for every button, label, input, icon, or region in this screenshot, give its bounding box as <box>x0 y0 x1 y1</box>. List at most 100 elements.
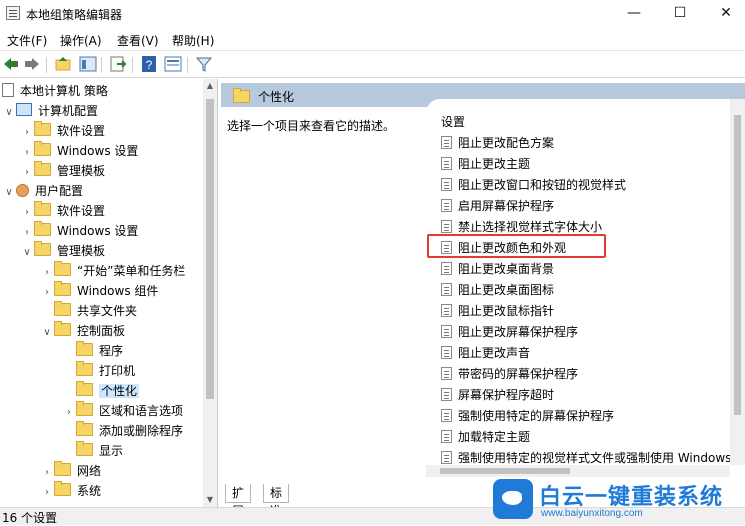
setting-row[interactable]: 带密码的屏幕保护程序 <box>441 364 578 384</box>
help-icon[interactable]: ? <box>140 55 158 73</box>
tree-windows-settings[interactable]: › Windows 设置 <box>20 141 138 161</box>
tree-control-panel[interactable]: ∨ 控制面板 <box>40 321 125 341</box>
tree-computer-config[interactable]: ∨ 计算机配置 <box>2 101 98 121</box>
tree-admin-templates[interactable]: ∨ 管理模板 <box>20 241 105 261</box>
chevron-right-icon[interactable]: › <box>40 463 54 483</box>
tab-standard[interactable]: 标准 <box>263 484 290 518</box>
toolbar-separator <box>101 57 102 73</box>
toolbar-separator <box>46 57 47 73</box>
chevron-right-icon[interactable]: › <box>20 163 34 183</box>
chevron-right-icon[interactable]: › <box>40 483 54 503</box>
tree-display[interactable]: 显示 <box>62 441 123 461</box>
setting-row[interactable]: 阻止更改声音 <box>441 343 530 363</box>
chevron-right-icon[interactable]: › <box>62 403 76 423</box>
setting-row[interactable]: 阻止更改桌面背景 <box>441 259 554 279</box>
chevron-right-icon[interactable]: › <box>20 203 34 223</box>
menu-action[interactable]: 操作(A) <box>60 32 102 49</box>
tree-programs[interactable]: 程序 <box>62 341 123 361</box>
policy-setting-icon <box>441 199 452 212</box>
scroll-down-icon[interactable]: ▼ <box>203 493 217 507</box>
setting-row[interactable]: 阻止更改桌面图标 <box>441 280 554 300</box>
highlight-annotation-box <box>427 234 606 258</box>
menu-help[interactable]: 帮助(H) <box>172 32 214 49</box>
tree-regional[interactable]: › 区域和语言选项 <box>62 401 183 421</box>
tree-root[interactable]: 本地计算机 策略 <box>2 81 108 101</box>
setting-row[interactable]: 阻止更改配色方案 <box>441 133 554 153</box>
tree-admin-templates[interactable]: › 管理模板 <box>20 161 105 181</box>
chevron-down-icon[interactable]: ∨ <box>2 103 16 123</box>
policy-setting-icon <box>441 451 452 464</box>
scroll-up-icon[interactable]: ▲ <box>203 79 217 93</box>
tree-network[interactable]: › 网络 <box>40 461 101 481</box>
tree-system[interactable]: › 系统 <box>40 481 101 501</box>
back-arrow-icon[interactable] <box>2 55 20 73</box>
show-tree-icon[interactable] <box>79 55 97 73</box>
maximize-button[interactable]: ☐ <box>657 0 703 28</box>
export-list-icon[interactable] <box>109 55 127 73</box>
policy-tree: 本地计算机 策略 ∨ 计算机配置 › 软件设置 › Windows 设置 › 管理模板 … <box>0 79 218 507</box>
policy-setting-icon <box>441 409 452 422</box>
window-title: 本地组策略编辑器 <box>26 8 123 22</box>
tree-windows-components[interactable]: › Windows 组件 <box>40 281 158 301</box>
tree-personalization[interactable]: 个性化 <box>62 381 140 401</box>
menu-bar: 文件(F) 操作(A) 查看(V) 帮助(H) <box>0 29 745 49</box>
tab-extended[interactable]: 扩展 <box>225 484 252 518</box>
chevron-down-icon[interactable]: ∨ <box>40 323 54 343</box>
folder-icon <box>233 88 250 103</box>
close-button[interactable]: ✕ <box>703 0 745 28</box>
tree-start-menu[interactable]: › “开始”菜单和任务栏 <box>40 261 185 281</box>
description-text: 选择一个项目来查看它的描述。 <box>227 119 396 133</box>
chevron-down-icon[interactable]: ∨ <box>20 243 34 263</box>
folder-icon <box>54 321 71 336</box>
setting-row[interactable]: 强制使用特定的屏幕保护程序 <box>441 406 614 426</box>
toolbar: ? <box>0 50 745 78</box>
minimize-button[interactable]: — <box>611 0 657 28</box>
tree-printers[interactable]: 打印机 <box>62 361 135 381</box>
menu-file[interactable]: 文件(F) <box>7 32 47 49</box>
scrollbar-thumb[interactable] <box>206 99 214 399</box>
policy-setting-icon <box>441 283 452 296</box>
setting-row[interactable]: 阻止更改鼠标指针 <box>441 301 554 321</box>
forward-arrow-icon[interactable] <box>23 55 41 73</box>
policy-setting-icon <box>441 136 452 149</box>
tree-scrollbar[interactable]: ▲ ▼ <box>203 79 217 507</box>
settings-horizontal-scrollbar[interactable] <box>426 465 730 477</box>
setting-row[interactable]: 阻止更改主题 <box>441 154 530 174</box>
chevron-right-icon[interactable]: › <box>40 263 54 283</box>
setting-row[interactable]: 屏幕保护程序超时 <box>441 385 554 405</box>
tree-software-settings[interactable]: › 软件设置 <box>20 121 105 141</box>
watermark: 白云一键重装系统 www.baiyunxitong.com <box>493 477 743 523</box>
menu-view[interactable]: 查看(V) <box>117 32 159 49</box>
chevron-right-icon[interactable]: › <box>20 123 34 143</box>
settings-vertical-scrollbar[interactable] <box>730 99 745 465</box>
policy-setting-icon <box>441 304 452 317</box>
scrollbar-thumb[interactable] <box>734 115 741 415</box>
tree-windows-settings[interactable]: › Windows 设置 <box>20 221 138 241</box>
toolbar-separator <box>187 57 188 73</box>
tree-user-config[interactable]: ∨ 用户配置 <box>2 181 83 201</box>
svg-text:?: ? <box>146 58 153 72</box>
chevron-down-icon[interactable]: ∨ <box>2 183 16 203</box>
setting-row[interactable]: 加载特定主题 <box>441 427 530 447</box>
folder-icon <box>76 341 93 356</box>
setting-row[interactable]: 阻止更改屏幕保护程序 <box>441 322 578 342</box>
user-icon <box>16 184 29 197</box>
tree-shared-folders[interactable]: 共享文件夹 <box>40 301 137 321</box>
chevron-right-icon[interactable]: › <box>40 283 54 303</box>
folder-icon <box>76 401 93 416</box>
up-folder-icon[interactable] <box>54 55 72 73</box>
setting-row[interactable]: 启用屏幕保护程序 <box>441 196 554 216</box>
filter-icon[interactable] <box>195 55 213 73</box>
scrollbar-thumb[interactable] <box>440 468 570 474</box>
policy-setting-icon <box>441 157 452 170</box>
chevron-right-icon[interactable]: › <box>20 143 34 163</box>
chevron-right-icon[interactable]: › <box>20 223 34 243</box>
policy-setting-icon <box>441 388 452 401</box>
tree-add-remove-programs[interactable]: 添加或删除程序 <box>62 421 183 441</box>
properties-icon[interactable] <box>164 55 182 73</box>
setting-row[interactable]: 阻止更改窗口和按钮的视觉样式 <box>441 175 626 195</box>
tree-software-settings[interactable]: › 软件设置 <box>20 201 105 221</box>
settings-list: 设置 阻止更改配色方案 阻止更改主题 阻止更改窗口和按钮的视觉样式 启用屏幕保护… <box>426 99 745 477</box>
policy-setting-icon <box>441 346 452 359</box>
column-header-setting[interactable]: 设置 <box>441 113 465 130</box>
